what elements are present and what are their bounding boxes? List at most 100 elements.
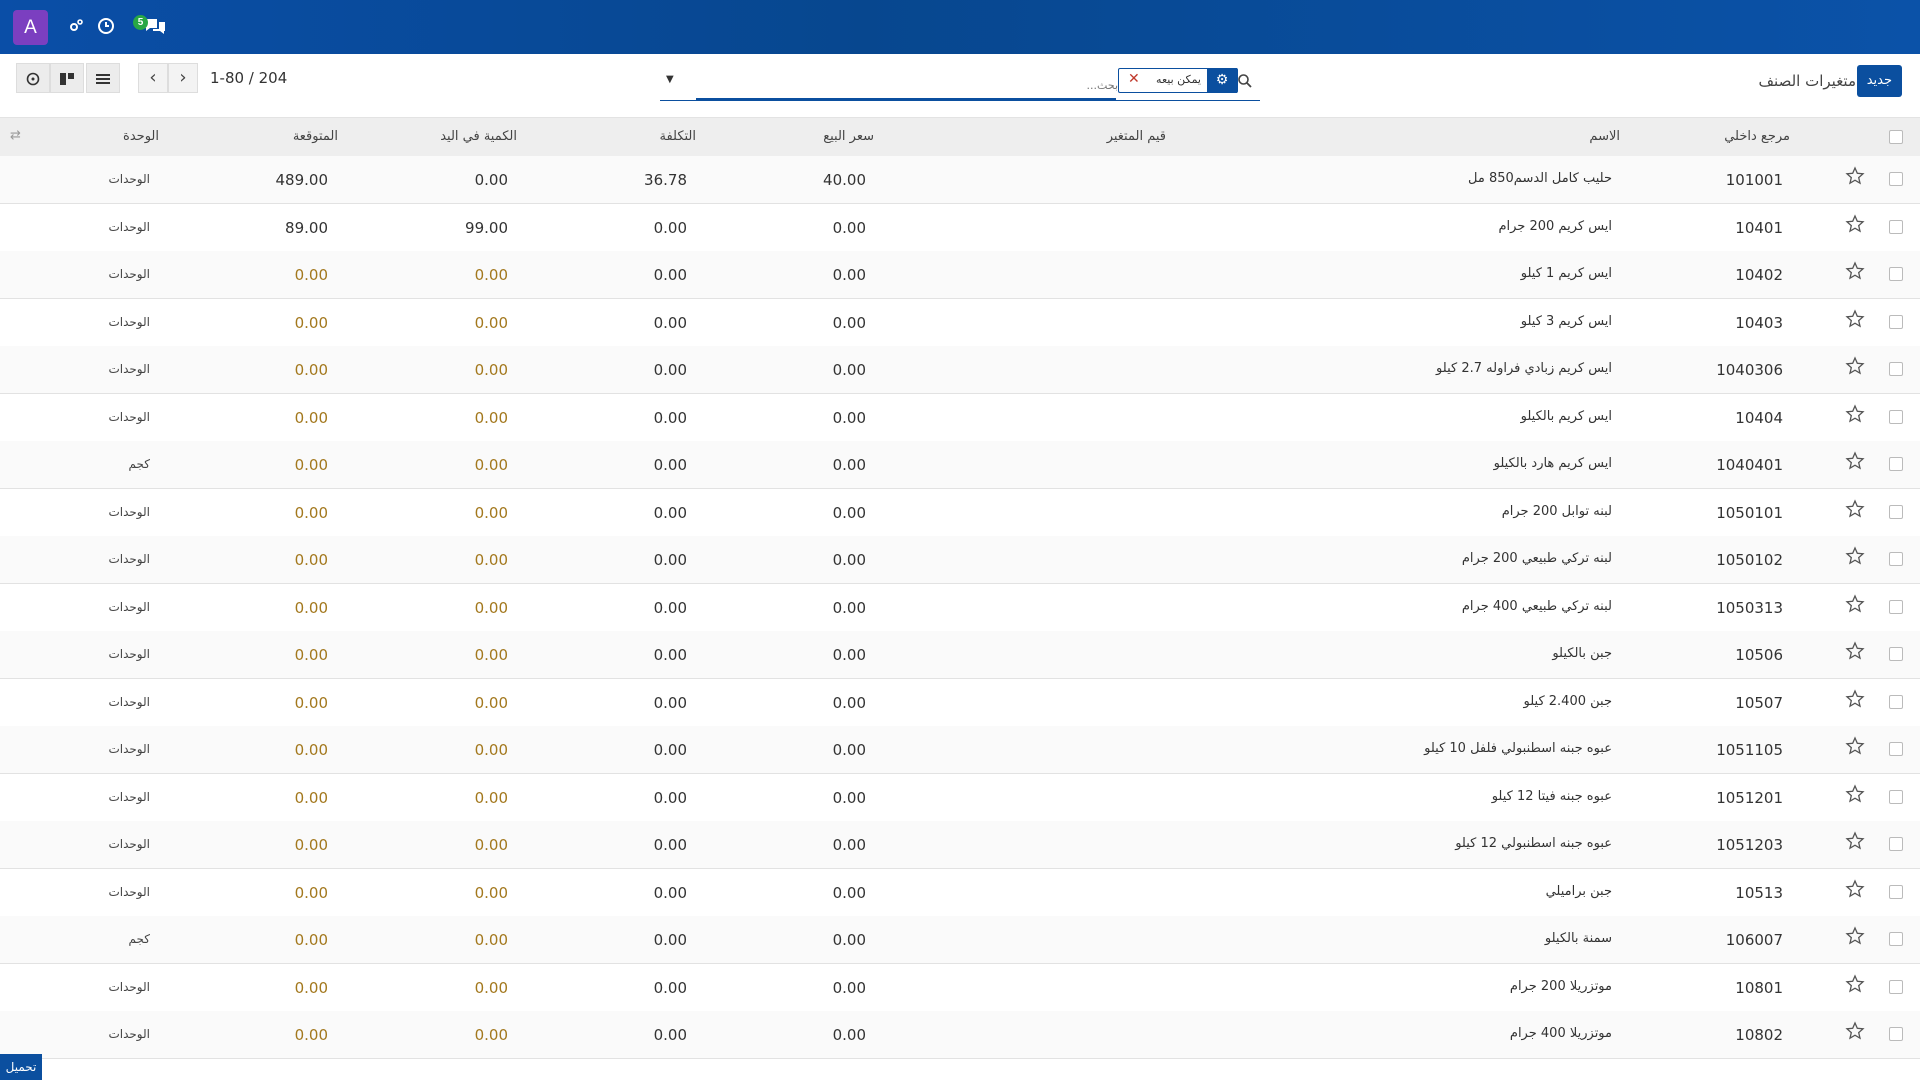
cell-forecast: 0.00 [294,693,328,712]
filter-cog-icon: ⚙ [1207,68,1237,93]
cell-forecast: 0.00 [294,456,328,474]
favorite-star-icon[interactable] [1845,593,1865,618]
close-icon[interactable]: ✕ [1128,71,1140,87]
table-row[interactable]: 10801 موتزريلا 200 جرام 0.00 0.00 0.00 0.00 ال… [0,964,1920,1012]
cell-price: 0.00 [832,408,866,427]
favorite-star-icon[interactable] [1845,831,1865,855]
table-row[interactable]: 10403 ايس كريم 3 كيلو 0.00 0.00 0.00 0.00 الوح… [0,299,1920,347]
caret-down-icon[interactable]: ▼ [666,74,674,85]
table-row[interactable]: 10513 جبن براميلي 0.00 0.00 0.00 0.00 الوحدات [0,869,1920,917]
favorite-star-icon[interactable] [1845,213,1865,238]
row-checkbox[interactable] [1889,599,1903,614]
pager-previous-button[interactable]: ‹ [138,63,168,93]
cell-qty: 0.00 [474,693,508,712]
row-checkbox[interactable] [1889,409,1903,424]
row-checkbox[interactable] [1889,219,1903,234]
table-row[interactable]: 1051201 عبوه جبنه فيتا 12 كيلو 0.00 0.00 0.0… [0,774,1920,822]
row-checkbox[interactable] [1889,789,1903,804]
favorite-star-icon[interactable] [1845,451,1865,475]
table-row[interactable]: 10402 ايس كريم 1 كيلو 0.00 0.00 0.00 0.00 الوح… [0,251,1920,299]
cell-price: 0.00 [832,788,866,807]
search-icon[interactable] [1237,69,1259,91]
load-button[interactable]: تحميل [0,1054,42,1080]
table-row[interactable]: 10507 جبن 2.400 كيلو 0.00 0.00 0.00 0.00 الوحد… [0,679,1920,727]
list-view-button[interactable] [86,63,120,93]
select-all-checkbox[interactable] [1889,130,1903,144]
cell-cost: 0.00 [653,788,687,807]
row-checkbox[interactable] [1889,504,1903,519]
column-header-unit[interactable]: الوحدة [123,129,159,144]
cell-price: 0.00 [832,456,866,474]
favorite-star-icon[interactable] [1845,356,1865,380]
cell-forecast: 0.00 [294,503,328,522]
table-row[interactable]: 1040306 ايس كريم زبادي فراوله 2.7 كيلو 0.0… [0,346,1920,394]
kanban-view-button[interactable] [50,63,84,93]
table-row[interactable]: 1050101 لبنه توابل 200 جرام 0.00 0.00 0.00 0.… [0,489,1920,537]
cell-unit: الوحدات [108,314,150,329]
activity-view-button[interactable] [16,63,50,93]
column-header-ref[interactable]: مرجع داخلي [1724,129,1790,144]
row-checkbox[interactable] [1889,172,1903,186]
row-checkbox[interactable] [1889,837,1903,851]
table-row[interactable]: 106007 سمنة بالكيلو 0.00 0.00 0.00 0.00 كجم [0,916,1920,964]
settings-cog-icon[interactable] [68,18,84,38]
new-button[interactable]: جديد [1856,65,1902,97]
cell-cost: 0.00 [653,313,687,332]
table-row[interactable]: 10802 موتزريلا 400 جرام 0.00 0.00 0.00 0.00 ال… [0,1011,1920,1059]
cell-forecast: 0.00 [294,931,328,949]
favorite-star-icon[interactable] [1845,261,1865,285]
cell-price: 0.00 [832,978,866,997]
pager-next-button[interactable]: › [168,63,198,93]
column-header-variant[interactable]: قيم المتغير [1107,129,1166,144]
table-row[interactable]: 10404 ايس كريم بالكيلو 0.00 0.00 0.00 0.00 الو… [0,394,1920,442]
user-avatar[interactable]: A [13,10,48,45]
favorite-star-icon[interactable] [1845,736,1865,760]
row-checkbox[interactable] [1889,647,1903,661]
table-row[interactable]: 101001 حليب كامل الدسم850 مل 40.00 36.78 0.0… [0,156,1920,204]
cell-qty: 0.00 [474,978,508,997]
row-checkbox[interactable] [1889,932,1903,946]
table-row[interactable]: 10401 ايس كريم 200 جرام 0.00 0.00 99.00 89.00… [0,204,1920,252]
favorite-star-icon[interactable] [1845,308,1865,333]
pager-value[interactable]: 1-80 / 204 [210,69,287,87]
search-input[interactable] [696,74,1120,96]
row-checkbox[interactable] [1889,314,1903,329]
favorite-star-icon[interactable] [1845,166,1865,190]
column-header-qty[interactable]: الكمية في اليد [440,129,517,144]
favorite-star-icon[interactable] [1845,926,1865,950]
table-row[interactable]: 1051105 عبوه جبنه اسطنبولي فلفل 10 كيلو 0.… [0,726,1920,774]
cell-cost: 0.00 [653,598,687,617]
favorite-star-icon[interactable] [1845,641,1865,665]
row-checkbox[interactable] [1889,979,1903,994]
column-header-cost[interactable]: التكلفة [659,129,696,144]
table-row[interactable]: 1050313 لبنه تركي طبيعي 400 جرام 0.00 0.00 0… [0,584,1920,632]
cell-ref: 10401 [1735,218,1783,237]
row-checkbox[interactable] [1889,552,1903,566]
favorite-star-icon[interactable] [1845,783,1865,808]
favorite-star-icon[interactable] [1845,498,1865,523]
row-checkbox[interactable] [1889,884,1903,899]
table-row[interactable]: 1040401 ايس كريم هارد بالكيلو 0.00 0.00 0.00… [0,441,1920,489]
favorite-star-icon[interactable] [1845,403,1865,428]
row-checkbox[interactable] [1889,742,1903,756]
favorite-star-icon[interactable] [1845,688,1865,713]
cell-name: لبنه توابل 200 جرام [1501,503,1612,519]
column-header-name[interactable]: الاسم [1589,129,1620,144]
column-header-price[interactable]: سعر البيع [823,129,874,144]
favorite-star-icon[interactable] [1845,546,1865,570]
row-checkbox[interactable] [1889,362,1903,376]
table-row[interactable]: 1051203 عبوه جبنه اسطنبولي 12 كيلو 0.00 0.0… [0,821,1920,869]
favorite-star-icon[interactable] [1845,973,1865,998]
table-row[interactable]: 1050102 لبنه تركي طبيعي 200 جرام 0.00 0.00 0… [0,536,1920,584]
row-checkbox[interactable] [1889,267,1903,281]
row-checkbox[interactable] [1889,457,1903,471]
row-checkbox[interactable] [1889,694,1903,709]
favorite-star-icon[interactable] [1845,1021,1865,1045]
column-header-forecast[interactable]: المتوقعة [293,129,338,144]
column-settings-icon[interactable]: ⇄ [10,128,21,143]
table-row[interactable]: 10506 جبن بالكيلو 0.00 0.00 0.00 0.00 الوحدات [0,631,1920,679]
favorite-star-icon[interactable] [1845,878,1865,903]
clock-icon[interactable] [97,17,115,39]
row-checkbox[interactable] [1889,1027,1903,1041]
cell-cost: 0.00 [653,693,687,712]
